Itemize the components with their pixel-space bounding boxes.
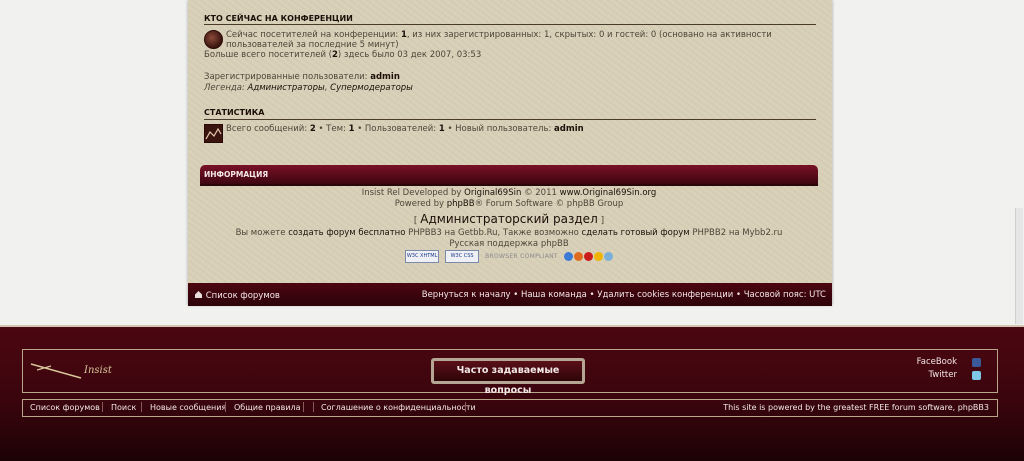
online-summary-line2: пользователей за последние 5 минут)	[226, 40, 399, 50]
admin-panel-link[interactable]: Администраторский раздел	[420, 212, 597, 226]
navbar-links[interactable]: Вернуться к началу • Наша команда • Удал…	[422, 290, 826, 300]
facebook-icon[interactable]	[972, 358, 981, 367]
promo-text: Вы можете	[235, 228, 289, 238]
home-link[interactable]: Список форумов	[194, 290, 280, 301]
w3c-css-badge[interactable]: W3C CSS	[445, 249, 480, 263]
firefox-icon	[573, 251, 583, 261]
twitter-icon[interactable]	[972, 371, 981, 380]
credits-line: Insist Rel Developed by Original69Sin © …	[200, 188, 818, 198]
home-icon	[195, 291, 202, 298]
admin-panel-line: [ Администраторский раздел ]	[200, 212, 818, 228]
powered-by-text: This site is powered by the greatest FRE…	[723, 403, 989, 412]
legend-label: Легенда:	[204, 83, 248, 93]
opera-icon	[583, 251, 593, 261]
credits-text: Insist Rel Developed by	[361, 188, 465, 198]
support-link[interactable]: Русская поддержка phpBB	[200, 239, 818, 249]
record-text-2: ) здесь было 03 дек 2007, 03:53	[337, 50, 482, 60]
faq-button-label: Часто задаваемые вопросы	[434, 361, 582, 396]
footer-link-privacy[interactable]: Соглашение о конфиденциальности	[321, 403, 476, 412]
footer-link-forums[interactable]: Список форумов	[30, 403, 100, 412]
registered-label: Зарегистрированные пользователи:	[204, 72, 371, 82]
w3c-xhtml-badge[interactable]: W3C XHTML	[405, 249, 440, 263]
facebook-link[interactable]: FaceBook	[917, 357, 957, 367]
registered-user-link[interactable]: admin	[370, 72, 400, 82]
footer-box: Insist Часто задаваемые вопросы FaceBook…	[22, 349, 998, 396]
divider	[204, 24, 816, 25]
twitter-link[interactable]: Twitter	[929, 370, 958, 380]
newuser-link[interactable]: admin	[554, 124, 584, 134]
divider	[102, 402, 103, 412]
footer-link-new-posts[interactable]: Новые сообщения	[150, 403, 226, 412]
powered-text-2: ® Forum Software © phpBB Group	[474, 199, 624, 209]
legend: Легенда: Администраторы, Супермодераторы	[204, 83, 413, 93]
safari-icon	[603, 251, 613, 261]
online-section-title: КТО СЕЙЧАС НА КОНФЕРЕНЦИИ	[204, 14, 353, 23]
divider	[303, 402, 304, 412]
forum-navbar: Список форумов Вернуться к началу • Наша…	[188, 283, 832, 306]
create-forum-link[interactable]: создать форум бесплатно	[288, 228, 405, 238]
info-title: ИНФОРМАЦИЯ	[204, 170, 269, 179]
stats-chart-icon	[204, 124, 223, 143]
footer-link-rules[interactable]: Общие правила	[234, 403, 301, 412]
newuser-label: • Новый пользователь:	[444, 124, 555, 134]
divider	[465, 402, 466, 412]
scrollbar[interactable]	[1015, 208, 1023, 324]
ready-forum-link[interactable]: сделать готовый форум	[582, 228, 690, 238]
promo-line: Вы можете создать форум бесплатно PHPBB3…	[200, 228, 818, 238]
divider	[225, 402, 226, 412]
author-link[interactable]: Original69Sin	[464, 188, 521, 198]
browser-icons	[563, 251, 613, 261]
home-link-label: Список форумов	[205, 291, 280, 301]
compliance-badges: W3C XHTML W3C CSS BROWSER COMPLIANT	[200, 249, 818, 263]
site-footer: Insist Часто задаваемые вопросы FaceBook…	[0, 325, 1024, 461]
online-summary-text: Сейчас посетителей на конференции:	[226, 30, 401, 40]
promo-text-2: PHPBB3 на Getbb.Ru, Также возможно	[405, 228, 582, 238]
legend-admins-link[interactable]: Администраторы	[248, 83, 325, 93]
divider	[313, 402, 314, 412]
chrome-icon	[593, 251, 603, 261]
online-summary-text-2: , из них зарегистрированных: 1, скрытых:…	[406, 30, 772, 40]
faq-button[interactable]: Часто задаваемые вопросы	[431, 358, 585, 396]
browser-compliant-label: BROWSER COMPLIANT	[485, 252, 558, 260]
info-header: ИНФОРМАЦИЯ	[200, 165, 818, 184]
online-summary: Сейчас посетителей на конференции: 1, из…	[226, 30, 772, 40]
legend-supermods-link[interactable]: Супермодераторы	[330, 83, 413, 93]
online-users-icon	[204, 30, 223, 49]
online-record: Больше всего посетителей (2) здесь было …	[204, 50, 481, 60]
footer-links: Список форумов Поиск Новые сообщения Общ…	[22, 399, 998, 417]
phpbb-link[interactable]: phpBB	[447, 199, 475, 209]
promo-text-3: PHPBB2 на Mybb2.ru	[689, 228, 783, 238]
registered-users: Зарегистрированные пользователи: admin	[204, 72, 400, 82]
topics-label: • Тем:	[315, 124, 349, 134]
ie-icon	[563, 251, 573, 261]
users-label: • Пользователей:	[354, 124, 439, 134]
divider	[141, 402, 142, 412]
powered-line: Powered by phpBB® Forum Software © phpBB…	[200, 199, 818, 209]
stats-summary: Всего сообщений: 2 • Тем: 1 • Пользовате…	[226, 124, 584, 134]
stats-section-title: СТАТИСТИКА	[204, 108, 265, 117]
footer-link-search[interactable]: Поиск	[111, 403, 136, 412]
divider	[204, 119, 816, 120]
logo-text: Insist	[84, 365, 112, 376]
insist-logo[interactable]: Insist	[29, 356, 119, 384]
record-text: Больше всего посетителей (	[204, 50, 332, 60]
author-site-link[interactable]: www.Original69Sin.org	[560, 188, 657, 198]
powered-text: Powered by	[394, 199, 447, 209]
info-header-shadow	[200, 184, 818, 186]
credits-text-2: © 2011	[521, 188, 560, 198]
posts-label: Всего сообщений:	[226, 124, 310, 134]
bracket: ]	[597, 216, 605, 226]
